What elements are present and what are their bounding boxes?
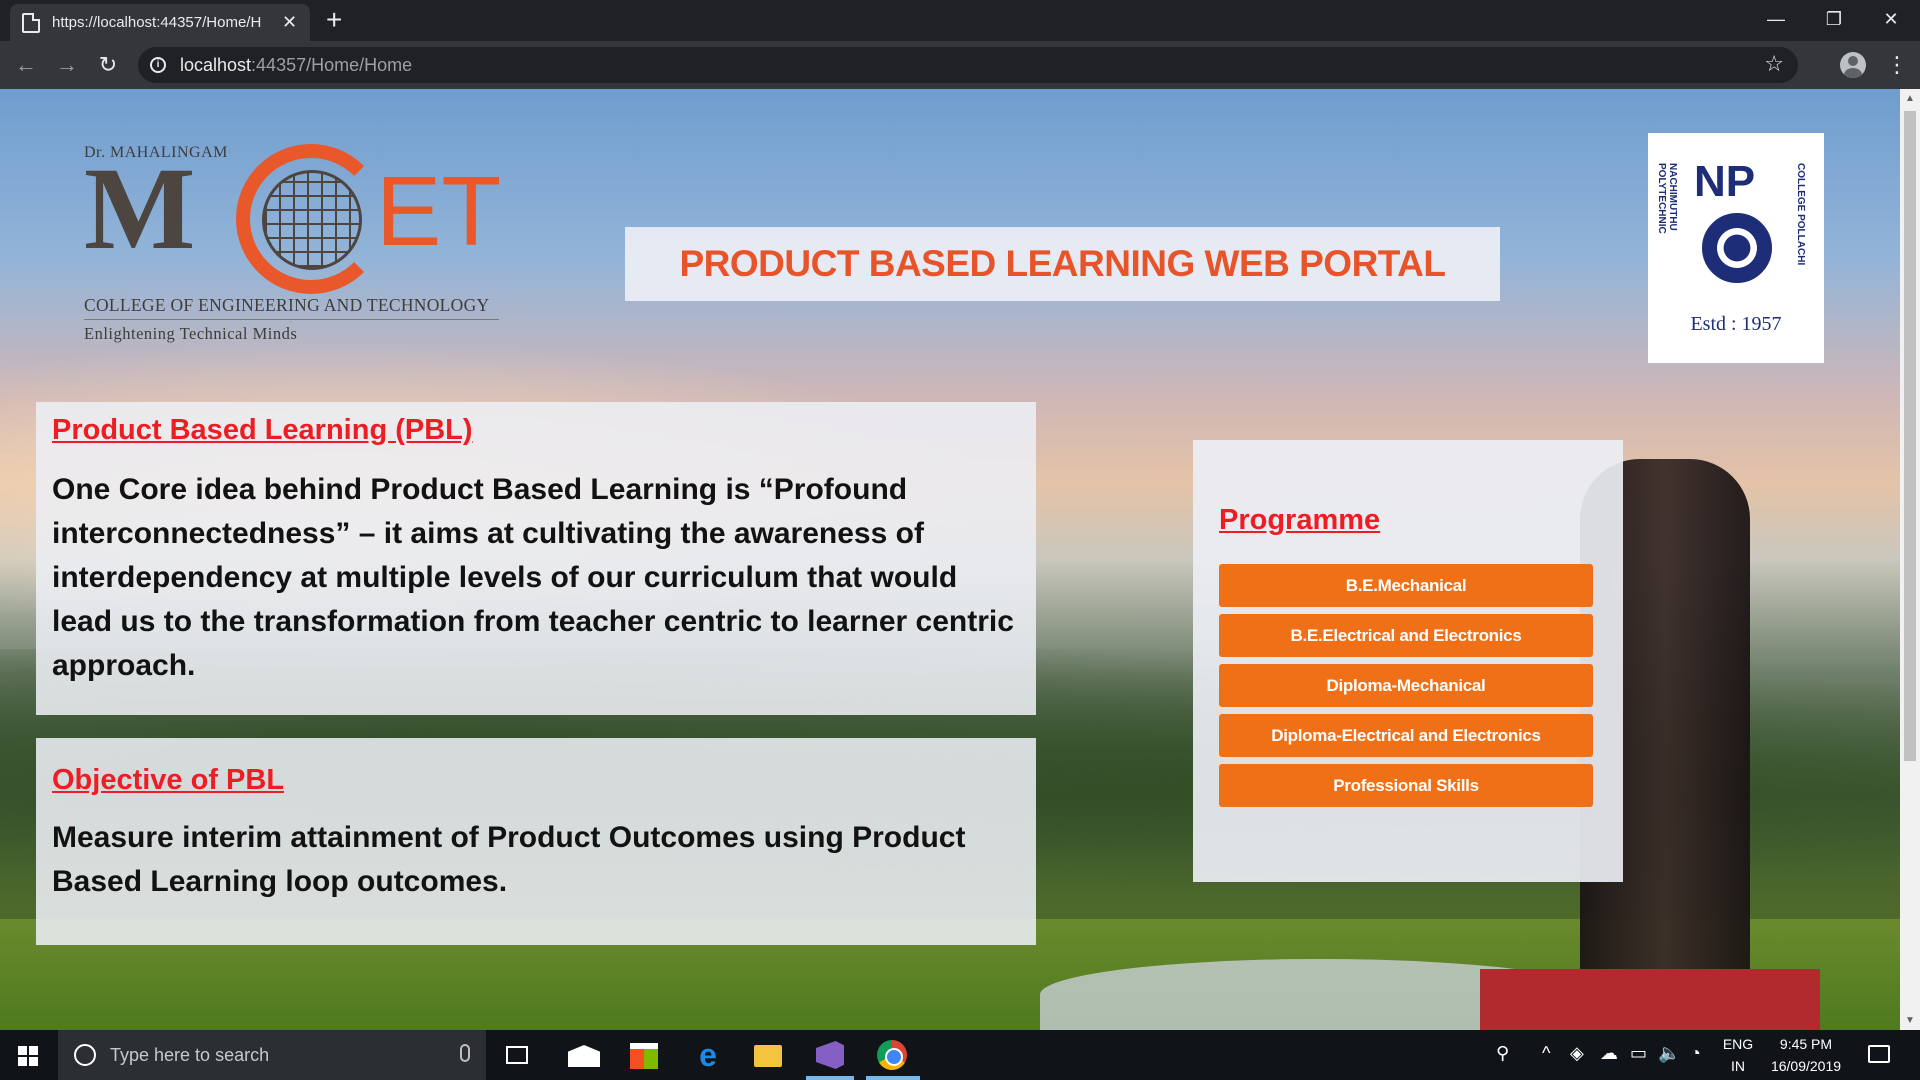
url-host: localhost bbox=[180, 54, 252, 75]
logo-college-name: COLLEGE OF ENGINEERING AND TECHNOLOGY bbox=[84, 295, 490, 315]
college-logo: Dr. MAHALINGAM M ET COLLEGE OF ENGINEERI… bbox=[84, 144, 504, 344]
store-icon[interactable] bbox=[630, 1043, 658, 1069]
language-code: ENG bbox=[1722, 1036, 1754, 1052]
wifi-icon[interactable]: ◔ bbox=[1690, 1043, 1701, 1064]
scroll-thumb[interactable] bbox=[1904, 111, 1916, 761]
programme-heading[interactable]: Programme bbox=[1219, 504, 1380, 537]
page-scrollbar[interactable]: ▲ ▼ bbox=[1900, 89, 1920, 1030]
objective-section: Objective of PBL Measure interim attainm… bbox=[36, 738, 1036, 945]
np-initials: NP bbox=[1694, 157, 1756, 206]
defender-icon[interactable]: ◈ bbox=[1570, 1043, 1584, 1064]
forward-icon[interactable]: → bbox=[53, 51, 81, 79]
visual-studio-icon[interactable] bbox=[816, 1041, 844, 1069]
tab-title: https://localhost:44357/Home/H bbox=[52, 14, 262, 31]
onedrive-cloud-icon[interactable]: ☁ bbox=[1600, 1043, 1618, 1064]
new-tab-icon[interactable]: + bbox=[326, 6, 342, 34]
notification-center-icon[interactable] bbox=[1868, 1045, 1890, 1063]
windows-taskbar: Type here to search e ⚲ ^ ◈ ☁ ▭ 🔈 ◔ ENG … bbox=[0, 1030, 1920, 1080]
scroll-up-icon[interactable]: ▲ bbox=[1905, 93, 1915, 104]
profile-avatar-icon[interactable] bbox=[1840, 52, 1866, 78]
logo-tagline: Enlightening Technical Minds bbox=[84, 324, 298, 343]
browser-menu-icon[interactable]: ⋮ bbox=[1886, 51, 1908, 79]
task-view-icon[interactable] bbox=[506, 1046, 528, 1064]
programme-button-diploma-eee[interactable]: Diploma-Electrical and Electronics bbox=[1219, 714, 1593, 757]
logo-divider bbox=[84, 319, 499, 320]
programme-button-be-mechanical[interactable]: B.E.Mechanical bbox=[1219, 564, 1593, 607]
region-code: IN bbox=[1731, 1058, 1745, 1074]
mail-icon[interactable] bbox=[568, 1045, 600, 1067]
objective-description: Measure interim attainment of Product Ou… bbox=[52, 821, 966, 898]
background-monument-base bbox=[1480, 969, 1820, 1030]
people-icon[interactable]: ⚲ bbox=[1496, 1043, 1509, 1064]
show-hidden-icons-icon[interactable]: ^ bbox=[1542, 1043, 1550, 1064]
search-placeholder: Type here to search bbox=[110, 1044, 270, 1065]
cortana-icon bbox=[74, 1044, 96, 1066]
bookmark-star-icon[interactable]: ☆ bbox=[1764, 51, 1784, 77]
active-app-indicator bbox=[806, 1076, 854, 1080]
pbl-heading[interactable]: Product Based Learning (PBL) bbox=[52, 414, 473, 447]
portal-title-banner: PRODUCT BASED LEARNING WEB PORTAL bbox=[625, 227, 1500, 301]
close-window-icon[interactable]: ✕ bbox=[1868, 4, 1914, 34]
taskbar-search-input[interactable]: Type here to search bbox=[58, 1030, 486, 1080]
page-icon bbox=[22, 12, 40, 33]
np-estd: Estd : 1957 bbox=[1690, 313, 1782, 335]
file-explorer-icon[interactable] bbox=[754, 1045, 782, 1067]
browser-tabstrip: https://localhost:44357/Home/H ✕ + — ❐ ✕ bbox=[0, 0, 1920, 41]
emblem-icon bbox=[1702, 213, 1772, 283]
site-info-icon[interactable]: i bbox=[150, 57, 166, 73]
volume-icon[interactable]: 🔈 bbox=[1658, 1043, 1680, 1064]
back-icon[interactable]: ← bbox=[12, 51, 40, 79]
clock-date: 16/09/2019 bbox=[1770, 1058, 1842, 1074]
active-app-indicator bbox=[866, 1076, 920, 1080]
scroll-down-icon[interactable]: ▼ bbox=[1905, 1015, 1915, 1026]
objective-heading[interactable]: Objective of PBL bbox=[52, 764, 284, 797]
chrome-browser-icon[interactable] bbox=[877, 1040, 907, 1070]
pbl-section: Product Based Learning (PBL) One Core id… bbox=[36, 402, 1036, 715]
close-tab-icon[interactable]: ✕ bbox=[282, 12, 297, 33]
np-college-logo: NACHIMUTHU POLYTECHNIC NP COLLEGE POLLAC… bbox=[1648, 133, 1824, 363]
clock[interactable]: 9:45 PM 16/09/2019 bbox=[1766, 1033, 1846, 1077]
page-title: PRODUCT BASED LEARNING WEB PORTAL bbox=[679, 243, 1446, 284]
programme-section: Programme B.E.Mechanical B.E.Electrical … bbox=[1193, 440, 1623, 882]
logo-letters-et: ET bbox=[376, 156, 502, 266]
logo-letter-m: M bbox=[84, 143, 196, 274]
edge-browser-icon[interactable]: e bbox=[692, 1039, 724, 1071]
minimize-icon[interactable]: — bbox=[1753, 4, 1799, 34]
url-path: :44357/Home/Home bbox=[251, 54, 413, 75]
pbl-description: One Core idea behind Product Based Learn… bbox=[52, 473, 1014, 682]
programme-button-diploma-mechanical[interactable]: Diploma-Mechanical bbox=[1219, 664, 1593, 707]
np-arc-right-text: COLLEGE POLLACHI bbox=[1795, 163, 1806, 266]
battery-icon[interactable]: ▭ bbox=[1630, 1043, 1647, 1064]
reload-icon[interactable]: ↻ bbox=[94, 51, 122, 79]
address-bar[interactable]: i localhost:44357/Home/Home ☆ bbox=[138, 47, 1798, 83]
microphone-icon[interactable] bbox=[460, 1044, 470, 1062]
restore-icon[interactable]: ❐ bbox=[1811, 4, 1857, 34]
page-viewport: Dr. MAHALINGAM M ET COLLEGE OF ENGINEERI… bbox=[0, 89, 1900, 1030]
language-indicator[interactable]: ENG IN bbox=[1718, 1033, 1758, 1077]
browser-tab[interactable]: https://localhost:44357/Home/H ✕ bbox=[10, 4, 310, 41]
windows-start-icon[interactable] bbox=[18, 1046, 38, 1066]
programme-button-professional-skills[interactable]: Professional Skills bbox=[1219, 764, 1593, 807]
programme-button-be-eee[interactable]: B.E.Electrical and Electronics bbox=[1219, 614, 1593, 657]
programme-list: B.E.Mechanical B.E.Electrical and Electr… bbox=[1219, 564, 1593, 814]
globe-icon bbox=[262, 170, 362, 270]
browser-toolbar: ← → ↻ i localhost:44357/Home/Home ☆ ⋮ bbox=[0, 41, 1920, 89]
np-arc-left-text: NACHIMUTHU POLYTECHNIC bbox=[1656, 163, 1678, 234]
clock-time: 9:45 PM bbox=[1779, 1036, 1833, 1052]
